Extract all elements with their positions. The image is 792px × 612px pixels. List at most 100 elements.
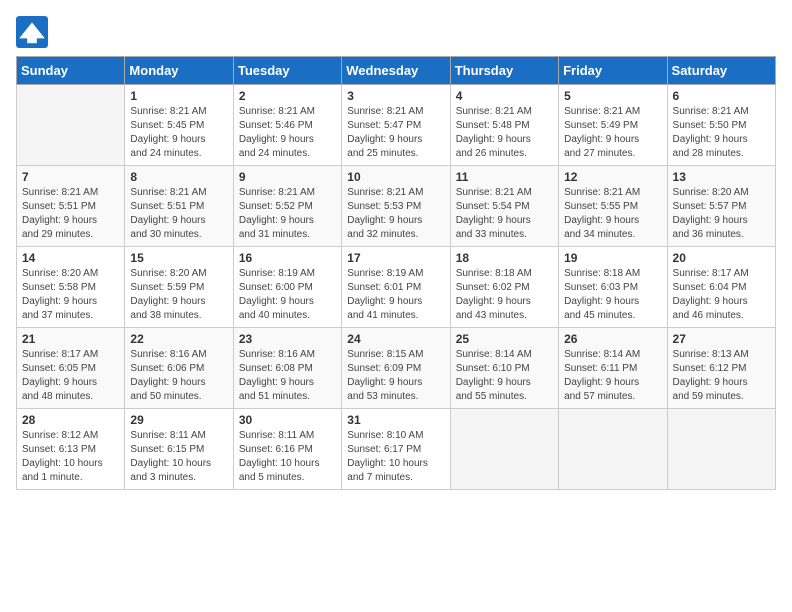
day-info: Sunrise: 8:21 AM Sunset: 5:55 PM Dayligh…	[564, 186, 661, 242]
calendar-cell: 15 Sunrise: 8:20 AM Sunset: 5:59 PM Dayli…	[125, 247, 233, 328]
day-info: Sunrise: 8:20 AM Sunset: 5:58 PM Dayligh…	[22, 267, 119, 323]
day-info: Sunrise: 8:17 AM Sunset: 6:04 PM Dayligh…	[673, 267, 770, 323]
calendar-week-4: 21 Sunrise: 8:17 AM Sunset: 6:05 PM Dayli…	[17, 328, 776, 409]
calendar-cell: 3 Sunrise: 8:21 AM Sunset: 5:47 PM Daylig…	[342, 85, 450, 166]
calendar-cell: 22 Sunrise: 8:16 AM Sunset: 6:06 PM Dayli…	[125, 328, 233, 409]
calendar-cell: 26 Sunrise: 8:14 AM Sunset: 6:11 PM Dayli…	[559, 328, 667, 409]
day-info: Sunrise: 8:11 AM Sunset: 6:16 PM Dayligh…	[239, 429, 336, 485]
day-info: Sunrise: 8:21 AM Sunset: 5:47 PM Dayligh…	[347, 105, 444, 161]
calendar-cell: 31 Sunrise: 8:10 AM Sunset: 6:17 PM Dayli…	[342, 409, 450, 490]
page-header	[16, 16, 776, 48]
day-number: 2	[239, 89, 336, 103]
day-info: Sunrise: 8:21 AM Sunset: 5:48 PM Dayligh…	[456, 105, 553, 161]
calendar-cell: 19 Sunrise: 8:18 AM Sunset: 6:03 PM Dayli…	[559, 247, 667, 328]
day-number: 31	[347, 413, 444, 427]
calendar-cell: 21 Sunrise: 8:17 AM Sunset: 6:05 PM Dayli…	[17, 328, 125, 409]
day-number: 21	[22, 332, 119, 346]
day-info: Sunrise: 8:18 AM Sunset: 6:03 PM Dayligh…	[564, 267, 661, 323]
calendar-cell: 18 Sunrise: 8:18 AM Sunset: 6:02 PM Dayli…	[450, 247, 558, 328]
calendar-header-row: SundayMondayTuesdayWednesdayThursdayFrid…	[17, 57, 776, 85]
calendar-cell	[559, 409, 667, 490]
column-header-tuesday: Tuesday	[233, 57, 341, 85]
day-info: Sunrise: 8:14 AM Sunset: 6:11 PM Dayligh…	[564, 348, 661, 404]
day-info: Sunrise: 8:14 AM Sunset: 6:10 PM Dayligh…	[456, 348, 553, 404]
calendar-table: SundayMondayTuesdayWednesdayThursdayFrid…	[16, 56, 776, 490]
day-number: 24	[347, 332, 444, 346]
calendar-cell: 2Sunrise: 8:21 AM Sunset: 5:46 PM Daylig…	[233, 85, 341, 166]
calendar-cell	[450, 409, 558, 490]
column-header-saturday: Saturday	[667, 57, 775, 85]
day-number: 6	[673, 89, 770, 103]
day-number: 14	[22, 251, 119, 265]
day-number: 9	[239, 170, 336, 184]
logo-icon	[16, 16, 48, 48]
day-info: Sunrise: 8:18 AM Sunset: 6:02 PM Dayligh…	[456, 267, 553, 323]
day-number: 4	[456, 89, 553, 103]
day-info: Sunrise: 8:21 AM Sunset: 5:49 PM Dayligh…	[564, 105, 661, 161]
logo	[16, 16, 52, 48]
day-number: 20	[673, 251, 770, 265]
calendar-cell: 9 Sunrise: 8:21 AM Sunset: 5:52 PM Daylig…	[233, 166, 341, 247]
day-info: Sunrise: 8:20 AM Sunset: 5:57 PM Dayligh…	[673, 186, 770, 242]
calendar-cell: 23 Sunrise: 8:16 AM Sunset: 6:08 PM Dayli…	[233, 328, 341, 409]
day-number: 1	[130, 89, 227, 103]
day-info: Sunrise: 8:11 AM Sunset: 6:15 PM Dayligh…	[130, 429, 227, 485]
day-number: 19	[564, 251, 661, 265]
calendar-cell	[667, 409, 775, 490]
day-number: 26	[564, 332, 661, 346]
calendar-cell: 14 Sunrise: 8:20 AM Sunset: 5:58 PM Dayli…	[17, 247, 125, 328]
day-info: Sunrise: 8:19 AM Sunset: 6:01 PM Dayligh…	[347, 267, 444, 323]
calendar-cell: 30 Sunrise: 8:11 AM Sunset: 6:16 PM Dayli…	[233, 409, 341, 490]
calendar-cell: 1 Sunrise: 8:21 AM Sunset: 5:45 PM Daylig…	[125, 85, 233, 166]
column-header-wednesday: Wednesday	[342, 57, 450, 85]
calendar-cell: 5Sunrise: 8:21 AM Sunset: 5:49 PM Daylig…	[559, 85, 667, 166]
day-number: 23	[239, 332, 336, 346]
day-number: 15	[130, 251, 227, 265]
day-number: 3	[347, 89, 444, 103]
day-info: Sunrise: 8:20 AM Sunset: 5:59 PM Dayligh…	[130, 267, 227, 323]
calendar-cell: 29 Sunrise: 8:11 AM Sunset: 6:15 PM Dayli…	[125, 409, 233, 490]
day-number: 12	[564, 170, 661, 184]
calendar-cell: 6 Sunrise: 8:21 AM Sunset: 5:50 PM Daylig…	[667, 85, 775, 166]
calendar-cell: 28Sunrise: 8:12 AM Sunset: 6:13 PM Dayli…	[17, 409, 125, 490]
day-number: 22	[130, 332, 227, 346]
calendar-cell: 17 Sunrise: 8:19 AM Sunset: 6:01 PM Dayli…	[342, 247, 450, 328]
day-info: Sunrise: 8:16 AM Sunset: 6:08 PM Dayligh…	[239, 348, 336, 404]
calendar-cell: 24 Sunrise: 8:15 AM Sunset: 6:09 PM Dayli…	[342, 328, 450, 409]
calendar-week-2: 7 Sunrise: 8:21 AM Sunset: 5:51 PM Daylig…	[17, 166, 776, 247]
day-number: 10	[347, 170, 444, 184]
day-info: Sunrise: 8:21 AM Sunset: 5:50 PM Dayligh…	[673, 105, 770, 161]
day-info: Sunrise: 8:12 AM Sunset: 6:13 PM Dayligh…	[22, 429, 119, 485]
day-info: Sunrise: 8:21 AM Sunset: 5:51 PM Dayligh…	[22, 186, 119, 242]
day-number: 27	[673, 332, 770, 346]
day-number: 16	[239, 251, 336, 265]
calendar-cell: 10 Sunrise: 8:21 AM Sunset: 5:53 PM Dayli…	[342, 166, 450, 247]
column-header-monday: Monday	[125, 57, 233, 85]
day-number: 18	[456, 251, 553, 265]
day-info: Sunrise: 8:21 AM Sunset: 5:51 PM Dayligh…	[130, 186, 227, 242]
day-info: Sunrise: 8:19 AM Sunset: 6:00 PM Dayligh…	[239, 267, 336, 323]
day-info: Sunrise: 8:17 AM Sunset: 6:05 PM Dayligh…	[22, 348, 119, 404]
column-header-thursday: Thursday	[450, 57, 558, 85]
calendar-cell: 4 Sunrise: 8:21 AM Sunset: 5:48 PM Daylig…	[450, 85, 558, 166]
day-info: Sunrise: 8:10 AM Sunset: 6:17 PM Dayligh…	[347, 429, 444, 485]
day-number: 17	[347, 251, 444, 265]
day-number: 7	[22, 170, 119, 184]
day-info: Sunrise: 8:13 AM Sunset: 6:12 PM Dayligh…	[673, 348, 770, 404]
day-number: 30	[239, 413, 336, 427]
day-number: 11	[456, 170, 553, 184]
calendar-cell: 12 Sunrise: 8:21 AM Sunset: 5:55 PM Dayli…	[559, 166, 667, 247]
day-info: Sunrise: 8:21 AM Sunset: 5:52 PM Dayligh…	[239, 186, 336, 242]
day-info: Sunrise: 8:21 AM Sunset: 5:45 PM Dayligh…	[130, 105, 227, 161]
day-number: 29	[130, 413, 227, 427]
day-info: Sunrise: 8:16 AM Sunset: 6:06 PM Dayligh…	[130, 348, 227, 404]
day-info: Sunrise: 8:15 AM Sunset: 6:09 PM Dayligh…	[347, 348, 444, 404]
calendar-week-3: 14 Sunrise: 8:20 AM Sunset: 5:58 PM Dayli…	[17, 247, 776, 328]
day-number: 25	[456, 332, 553, 346]
calendar-cell: 20 Sunrise: 8:17 AM Sunset: 6:04 PM Dayli…	[667, 247, 775, 328]
day-info: Sunrise: 8:21 AM Sunset: 5:53 PM Dayligh…	[347, 186, 444, 242]
calendar-cell: 7 Sunrise: 8:21 AM Sunset: 5:51 PM Daylig…	[17, 166, 125, 247]
day-number: 13	[673, 170, 770, 184]
day-info: Sunrise: 8:21 AM Sunset: 5:54 PM Dayligh…	[456, 186, 553, 242]
calendar-cell: 27 Sunrise: 8:13 AM Sunset: 6:12 PM Dayli…	[667, 328, 775, 409]
